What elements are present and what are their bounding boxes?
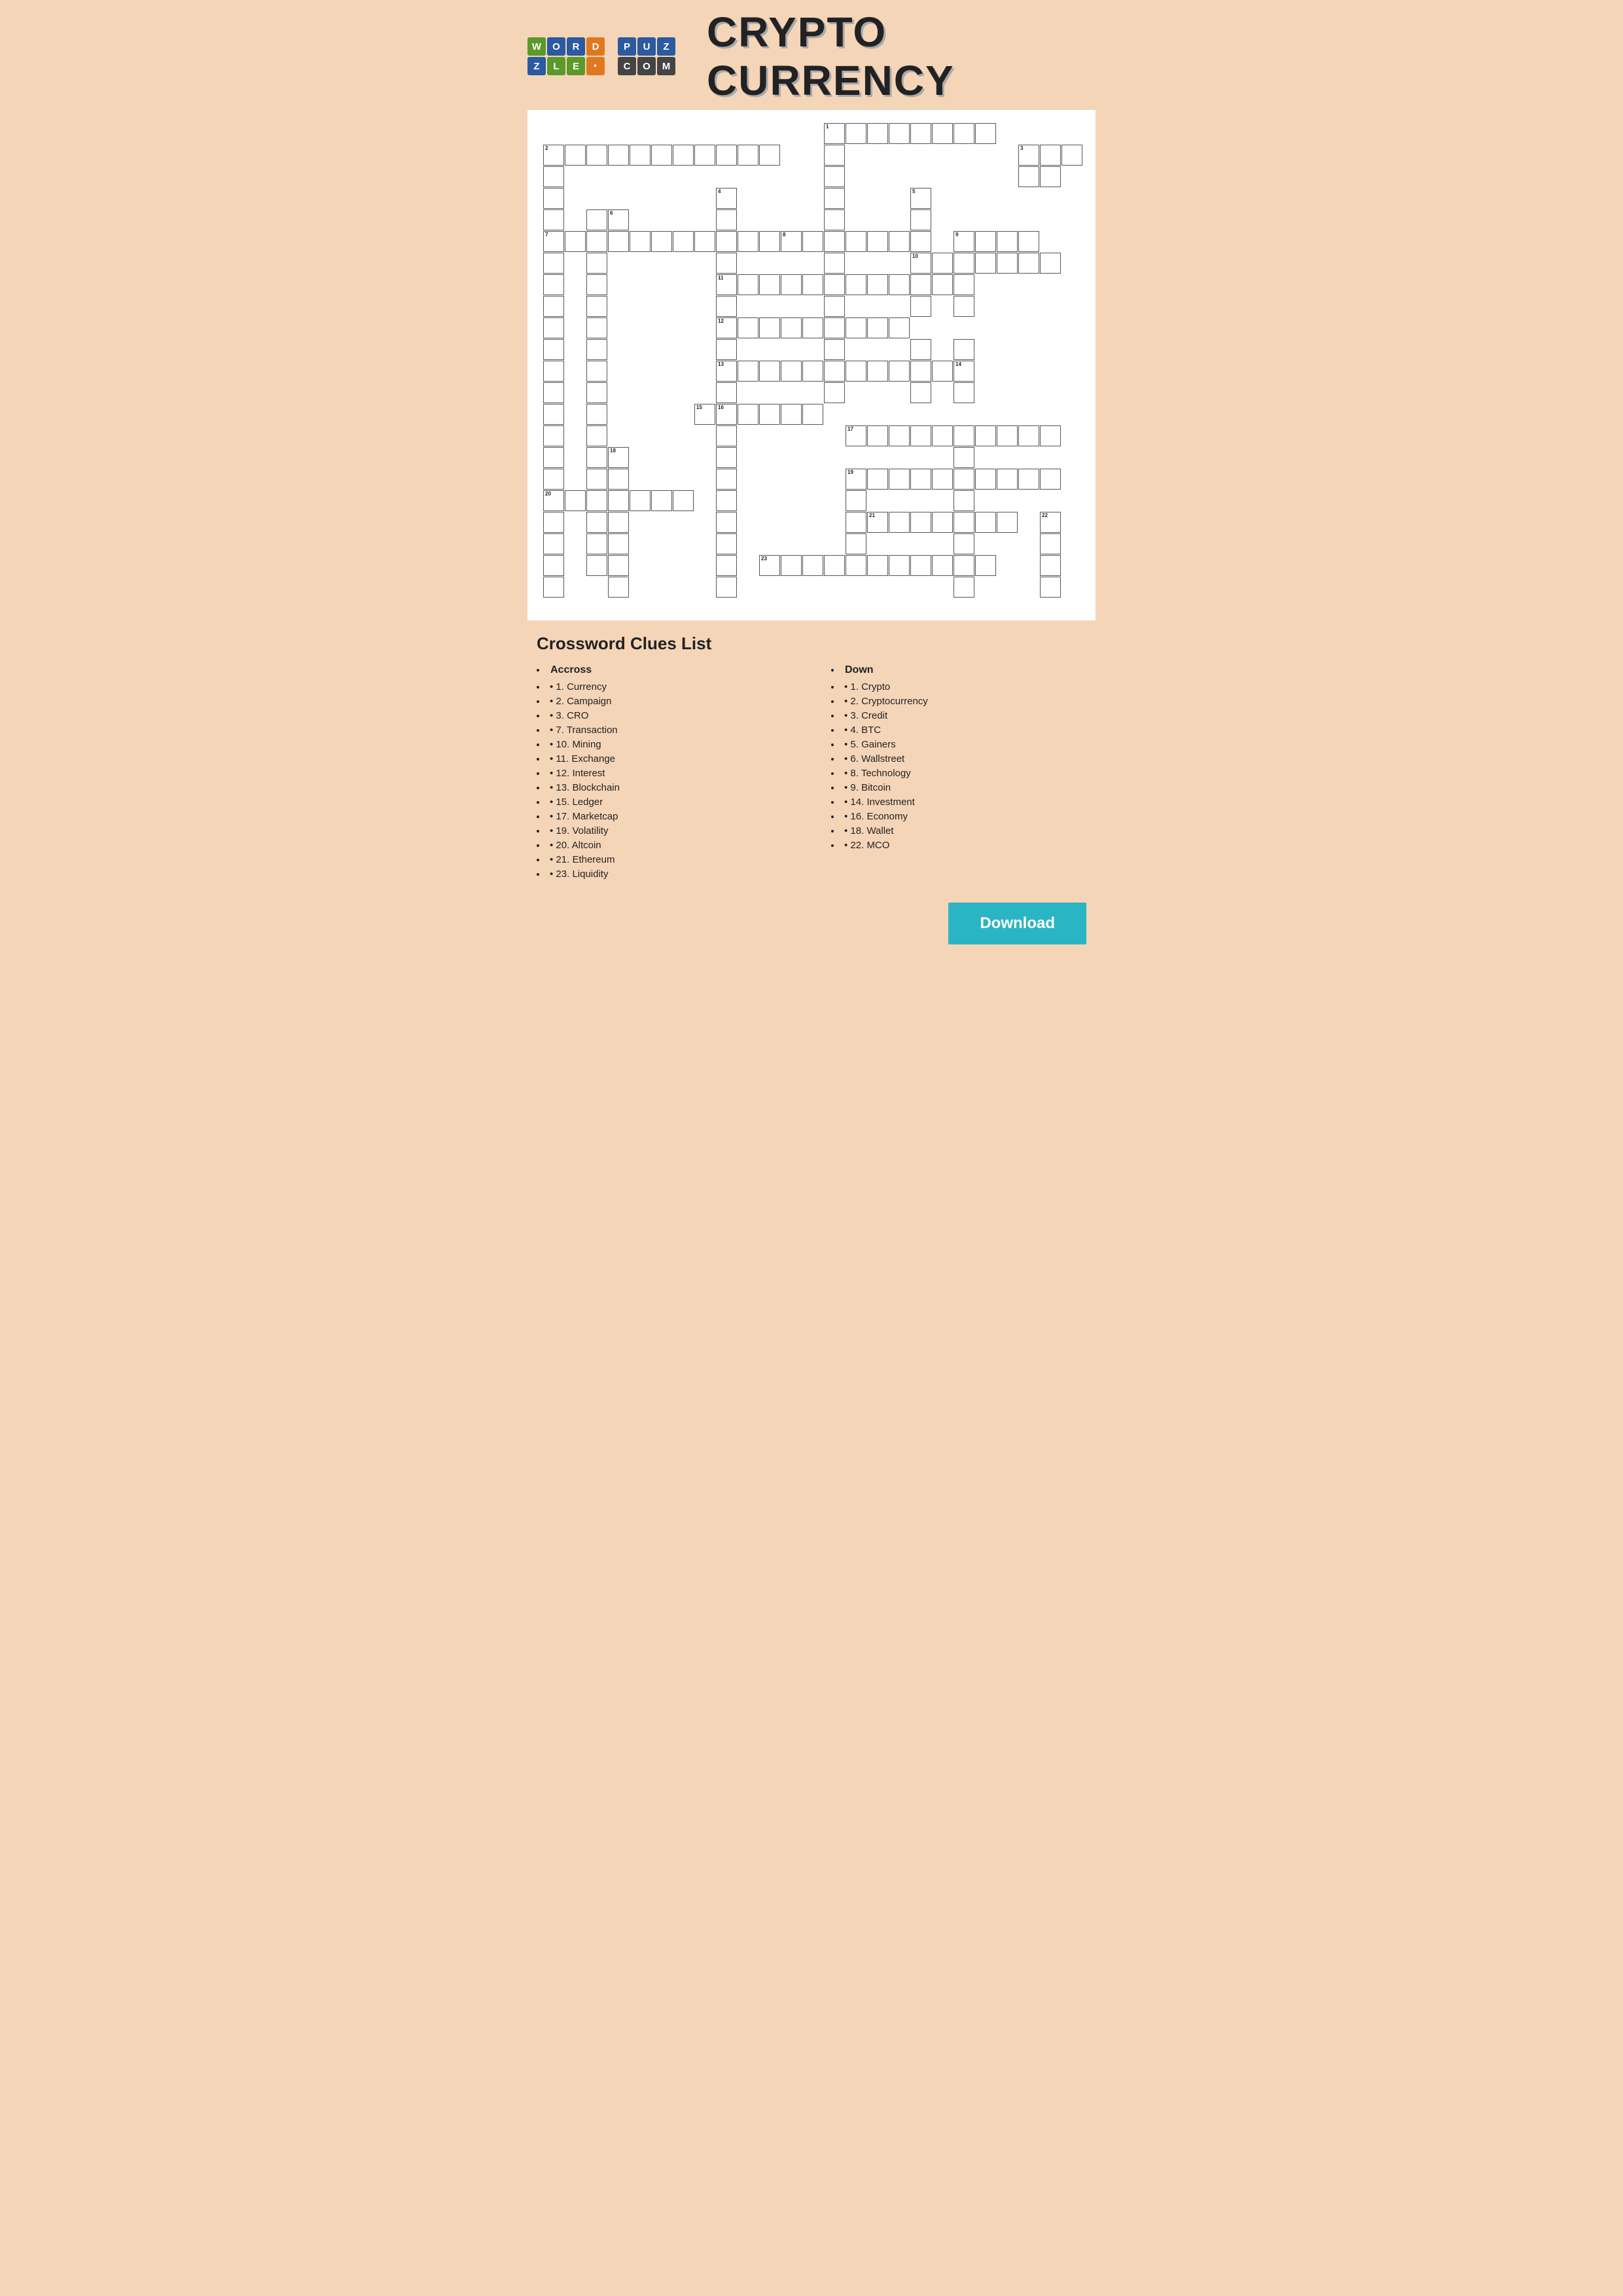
logo-cell-r: R: [567, 37, 585, 56]
clues-section: Crossword Clues List Accross • 1. Curren…: [517, 620, 1106, 964]
clue-across-15: • 15. Ledger: [537, 797, 792, 808]
page-title: CRYPTO CURRENCY: [707, 8, 1096, 105]
logo-cell-w: W: [527, 37, 546, 56]
down-column: Down • 1. Crypto • 2. Cryptocurrency • 3…: [831, 664, 1086, 883]
clue-across-23: • 23. Liquidity: [537, 869, 792, 880]
clue-down-16: • 16. Economy: [831, 811, 1086, 822]
clue-across-1: • 1. Currency: [537, 681, 792, 692]
across-label: Accross: [537, 664, 792, 676]
clue-down-4: • 4. BTC: [831, 725, 1086, 736]
clue-across-10: • 10. Mining: [537, 739, 792, 750]
clue-down-18: • 18. Wallet: [831, 825, 1086, 836]
clue-down-22: • 22. MCO: [831, 840, 1086, 851]
clue-across-20: • 20. Altcoin: [537, 840, 792, 851]
logo-cell-e: E: [567, 57, 585, 75]
clue-down-3: • 3. Credit: [831, 710, 1086, 721]
logo-cell-dot: ·: [586, 57, 605, 75]
clue-across-3: • 3. CRO: [537, 710, 792, 721]
clue-down-14: • 14. Investment: [831, 797, 1086, 808]
clues-columns: Accross • 1. Currency • 2. Campaign • 3.…: [537, 664, 1086, 883]
clue-across-2: • 2. Campaign: [537, 696, 792, 707]
header: W O R D Z L E · P U Z C O M CRYPTO CURRE…: [517, 0, 1106, 110]
clue-down-2: • 2. Cryptocurrency: [831, 696, 1086, 707]
clue-across-13: • 13. Blockchain: [537, 782, 792, 793]
clues-title: Crossword Clues List: [537, 634, 1086, 654]
crossword-container: 1 2 3 4 5: [527, 110, 1096, 620]
clue-across-21: • 21. Ethereum: [537, 854, 792, 865]
clue-across-12: • 12. Interest: [537, 768, 792, 779]
clue-down-9: • 9. Bitcoin: [831, 782, 1086, 793]
logo2: P U Z C O M: [618, 37, 695, 75]
clue-across-7: • 7. Transaction: [537, 725, 792, 736]
logo-cell-z: Z: [527, 57, 546, 75]
clue-across-19: • 19. Volatility: [537, 825, 792, 836]
logo: W O R D Z L E ·: [527, 37, 605, 75]
logo-cell-l: L: [547, 57, 565, 75]
down-label: Down: [831, 664, 1086, 676]
download-button[interactable]: Download: [948, 903, 1086, 944]
clue-down-8: • 8. Technology: [831, 768, 1086, 779]
clue-down-6: • 6. Wallstreet: [831, 753, 1086, 764]
logo-cell-o: O: [547, 37, 565, 56]
clue-across-17: • 17. Marketcap: [537, 811, 792, 822]
crossword-grid: 1 2 3 4 5: [543, 123, 1080, 607]
clue-down-5: • 5. Gainers: [831, 739, 1086, 750]
clue-down-1: • 1. Crypto: [831, 681, 1086, 692]
across-column: Accross • 1. Currency • 2. Campaign • 3.…: [537, 664, 792, 883]
clue-across-11: • 11. Exchange: [537, 753, 792, 764]
logo-cell-d: D: [586, 37, 605, 56]
